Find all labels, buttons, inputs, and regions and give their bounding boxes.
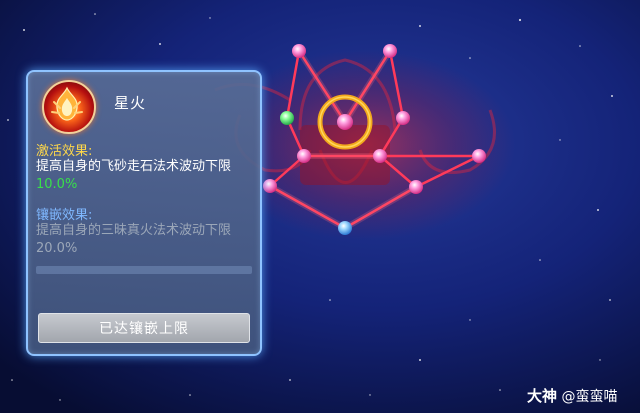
star-node[interactable]: [297, 149, 311, 163]
watermark-handle: @蛮蛮喵: [561, 389, 618, 405]
inlay-effect-text: 提高自身的三昧真火法术波动下限 20.0%: [36, 222, 252, 258]
activation-effect-text: 提高自身的飞砂走石法术波动下限 10.0%: [36, 158, 252, 194]
star-node[interactable]: [472, 149, 486, 163]
activation-effect-value: 10.0%: [36, 177, 78, 192]
star-node[interactable]: [280, 111, 294, 125]
star-node[interactable]: [263, 179, 277, 193]
fire-emblem-icon: [42, 80, 96, 134]
watermark: 大神 @蛮蛮喵: [527, 385, 617, 406]
star-node[interactable]: [383, 44, 397, 58]
inlay-effect-value: 20.0%: [36, 241, 78, 256]
star-node[interactable]: [338, 221, 352, 235]
activation-effect-description: 提高自身的飞砂走石法术波动下限: [36, 159, 232, 174]
star-node[interactable]: [373, 149, 387, 163]
star-node[interactable]: [292, 44, 306, 58]
activation-effect-title: 激活效果:: [36, 144, 93, 159]
item-name: 星火: [114, 94, 147, 112]
star-node[interactable]: [409, 180, 423, 194]
inlay-info-panel: 星火 激活效果: 提高自身的飞砂走石法术波动下限 10.0% 镶嵌效果: 提高自身…: [26, 70, 262, 356]
star-node[interactable]: [396, 111, 410, 125]
inlay-effect-title: 镶嵌效果:: [36, 208, 93, 223]
inlay-limit-button[interactable]: 已达镶嵌上限: [38, 313, 250, 343]
watermark-brand: 大神: [527, 387, 558, 405]
inlay-effect-description: 提高自身的三昧真火法术波动下限: [36, 223, 232, 238]
divider-bar: [36, 266, 252, 274]
